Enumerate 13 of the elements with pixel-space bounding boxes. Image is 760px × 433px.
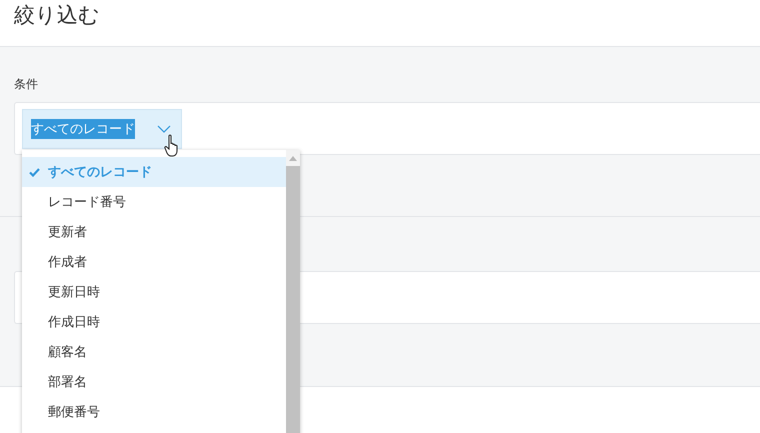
chevron-down-icon xyxy=(157,125,171,133)
field-label: 条件 xyxy=(14,76,38,92)
dropdown-option[interactable]: レコード番号 xyxy=(22,187,286,217)
dropdown-option[interactable]: 作成日時 xyxy=(22,307,286,337)
dropdown-option[interactable]: 部署名 xyxy=(22,367,286,397)
check-icon xyxy=(29,168,40,177)
dropdown-option[interactable]: 顧客名 xyxy=(22,337,286,367)
dropdown-option[interactable]: 更新日時 xyxy=(22,277,286,307)
dropdown-option[interactable]: 作成者 xyxy=(22,247,286,277)
dropdown-option[interactable]: 更新者 xyxy=(22,217,286,247)
scrollbar[interactable] xyxy=(286,150,300,433)
dialog-title: 絞り込む xyxy=(14,2,100,29)
dropdown-option[interactable]: 郵便番号 xyxy=(22,397,286,427)
